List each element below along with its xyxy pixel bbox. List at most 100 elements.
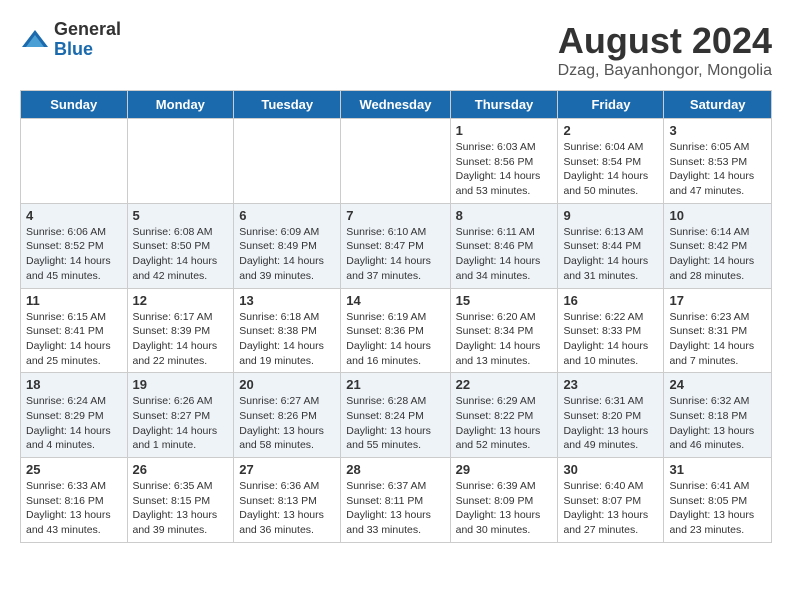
- week-row-5: 25 Sunrise: 6:33 AMSunset: 8:16 PMDayligh…: [21, 458, 772, 543]
- cell-info: Sunrise: 6:10 AMSunset: 8:47 PMDaylight:…: [346, 225, 444, 284]
- cell-info: Sunrise: 6:23 AMSunset: 8:31 PMDaylight:…: [669, 310, 766, 369]
- cell-date: 21: [346, 377, 444, 392]
- cell-3-0: 18Sunrise: 6:24 AMSunset: 8:29 PMDayligh…: [21, 373, 128, 458]
- cell-info: Sunrise: 6:09 AMSunset: 8:49 PMDaylight:…: [239, 225, 335, 284]
- cell-date: 31: [669, 462, 766, 477]
- week-row-3: 11 Sunrise: 6:15 AMSunset: 8:41 PMDayligh…: [21, 288, 772, 373]
- cell-0-6: 3 Sunrise: 6:05 AMSunset: 8:53 PMDaylight…: [664, 119, 772, 204]
- cell-date: 16: [563, 293, 658, 308]
- cell-date: 30: [563, 462, 658, 477]
- cell-date: 5: [133, 208, 229, 223]
- cell-info: Sunrise: 6:41 AMSunset: 8:05 PMDaylight:…: [669, 479, 766, 538]
- cell-info: Sunrise: 6:33 AMSunset: 8:16 PMDaylight:…: [26, 479, 122, 538]
- cell-info: Sunrise: 6:39 AMSunset: 8:09 PMDaylight:…: [456, 479, 553, 538]
- cell-date: 14: [346, 293, 444, 308]
- cell-4-4: 29 Sunrise: 6:39 AMSunset: 8:09 PMDayligh…: [450, 458, 558, 543]
- month-title: August 2024: [558, 20, 772, 62]
- cell-info: Sunrise: 6:08 AMSunset: 8:50 PMDaylight:…: [133, 225, 229, 284]
- cell-0-0: [21, 119, 128, 204]
- cell-info: Sunrise: 6:13 AMSunset: 8:44 PMDaylight:…: [563, 225, 658, 284]
- cell-date: 8: [456, 208, 553, 223]
- col-wednesday: Wednesday: [341, 91, 450, 119]
- cell-2-0: 11 Sunrise: 6:15 AMSunset: 8:41 PMDayligh…: [21, 288, 128, 373]
- title-block: August 2024 Dzag, Bayanhongor, Mongolia: [558, 20, 772, 80]
- week-row-2: 4Sunrise: 6:06 AMSunset: 8:52 PMDaylight…: [21, 203, 772, 288]
- cell-4-0: 25 Sunrise: 6:33 AMSunset: 8:16 PMDayligh…: [21, 458, 128, 543]
- cell-date: 29: [456, 462, 553, 477]
- cell-date: 12: [133, 293, 229, 308]
- week-row-1: 1Sunrise: 6:03 AMSunset: 8:56 PMDaylight…: [21, 119, 772, 204]
- cell-info: Sunrise: 6:26 AMSunset: 8:27 PMDaylight:…: [133, 394, 229, 453]
- cell-2-2: 13 Sunrise: 6:18 AMSunset: 8:38 PMDayligh…: [234, 288, 341, 373]
- cell-info: Sunrise: 6:17 AMSunset: 8:39 PMDaylight:…: [133, 310, 229, 369]
- cell-date: 24: [669, 377, 766, 392]
- cell-info: Sunrise: 6:36 AMSunset: 8:13 PMDaylight:…: [239, 479, 335, 538]
- cell-1-6: 10Sunrise: 6:14 AMSunset: 8:42 PMDayligh…: [664, 203, 772, 288]
- cell-date: 23: [563, 377, 658, 392]
- cell-3-6: 24 Sunrise: 6:32 AMSunset: 8:18 PMDayligh…: [664, 373, 772, 458]
- cell-info: Sunrise: 6:18 AMSunset: 8:38 PMDaylight:…: [239, 310, 335, 369]
- cell-info: Sunrise: 6:29 AMSunset: 8:22 PMDaylight:…: [456, 394, 553, 453]
- cell-info: Sunrise: 6:19 AMSunset: 8:36 PMDaylight:…: [346, 310, 444, 369]
- col-saturday: Saturday: [664, 91, 772, 119]
- cell-info: Sunrise: 6:27 AMSunset: 8:26 PMDaylight:…: [239, 394, 335, 453]
- cell-date: 25: [26, 462, 122, 477]
- cell-date: 2: [563, 123, 658, 138]
- cell-info: Sunrise: 6:32 AMSunset: 8:18 PMDaylight:…: [669, 394, 766, 453]
- cell-1-3: 7 Sunrise: 6:10 AMSunset: 8:47 PMDaylight…: [341, 203, 450, 288]
- cell-date: 3: [669, 123, 766, 138]
- cell-info: Sunrise: 6:28 AMSunset: 8:24 PMDaylight:…: [346, 394, 444, 453]
- cell-3-5: 23 Sunrise: 6:31 AMSunset: 8:20 PMDayligh…: [558, 373, 664, 458]
- cell-date: 15: [456, 293, 553, 308]
- cell-0-2: [234, 119, 341, 204]
- cell-date: 20: [239, 377, 335, 392]
- cell-info: Sunrise: 6:11 AMSunset: 8:46 PMDaylight:…: [456, 225, 553, 284]
- cell-3-4: 22 Sunrise: 6:29 AMSunset: 8:22 PMDayligh…: [450, 373, 558, 458]
- cell-3-1: 19 Sunrise: 6:26 AMSunset: 8:27 PMDayligh…: [127, 373, 234, 458]
- cell-date: 26: [133, 462, 229, 477]
- cell-3-2: 20 Sunrise: 6:27 AMSunset: 8:26 PMDayligh…: [234, 373, 341, 458]
- cell-1-5: 9 Sunrise: 6:13 AMSunset: 8:44 PMDaylight…: [558, 203, 664, 288]
- cell-2-6: 17Sunrise: 6:23 AMSunset: 8:31 PMDayligh…: [664, 288, 772, 373]
- cell-4-5: 30 Sunrise: 6:40 AMSunset: 8:07 PMDayligh…: [558, 458, 664, 543]
- cell-date: 9: [563, 208, 658, 223]
- location: Dzag, Bayanhongor, Mongolia: [558, 62, 772, 80]
- cell-info: Sunrise: 6:05 AMSunset: 8:53 PMDaylight:…: [669, 140, 766, 199]
- cell-date: 7: [346, 208, 444, 223]
- cell-info: Sunrise: 6:31 AMSunset: 8:20 PMDaylight:…: [563, 394, 658, 453]
- cell-info: Sunrise: 6:37 AMSunset: 8:11 PMDaylight:…: [346, 479, 444, 538]
- cell-4-1: 26 Sunrise: 6:35 AMSunset: 8:15 PMDayligh…: [127, 458, 234, 543]
- logo-icon: [20, 25, 50, 55]
- cell-4-6: 31 Sunrise: 6:41 AMSunset: 8:05 PMDayligh…: [664, 458, 772, 543]
- cell-date: 10: [669, 208, 766, 223]
- cell-2-1: 12 Sunrise: 6:17 AMSunset: 8:39 PMDayligh…: [127, 288, 234, 373]
- col-tuesday: Tuesday: [234, 91, 341, 119]
- cell-info: Sunrise: 6:06 AMSunset: 8:52 PMDaylight:…: [26, 225, 122, 284]
- cell-1-2: 6 Sunrise: 6:09 AMSunset: 8:49 PMDaylight…: [234, 203, 341, 288]
- cell-info: Sunrise: 6:15 AMSunset: 8:41 PMDaylight:…: [26, 310, 122, 369]
- cell-info: Sunrise: 6:24 AMSunset: 8:29 PMDaylight:…: [26, 394, 122, 453]
- cell-date: 1: [456, 123, 553, 138]
- cell-info: Sunrise: 6:40 AMSunset: 8:07 PMDaylight:…: [563, 479, 658, 538]
- cell-2-3: 14 Sunrise: 6:19 AMSunset: 8:36 PMDayligh…: [341, 288, 450, 373]
- header-row: Sunday Monday Tuesday Wednesday Thursday…: [21, 91, 772, 119]
- cell-info: Sunrise: 6:35 AMSunset: 8:15 PMDaylight:…: [133, 479, 229, 538]
- cell-0-1: [127, 119, 234, 204]
- cell-date: 13: [239, 293, 335, 308]
- cell-date: 11: [26, 293, 122, 308]
- cell-1-4: 8 Sunrise: 6:11 AMSunset: 8:46 PMDaylight…: [450, 203, 558, 288]
- cell-0-3: [341, 119, 450, 204]
- col-thursday: Thursday: [450, 91, 558, 119]
- cell-1-0: 4Sunrise: 6:06 AMSunset: 8:52 PMDaylight…: [21, 203, 128, 288]
- week-row-4: 18Sunrise: 6:24 AMSunset: 8:29 PMDayligh…: [21, 373, 772, 458]
- calendar-table: Sunday Monday Tuesday Wednesday Thursday…: [20, 90, 772, 543]
- cell-date: 6: [239, 208, 335, 223]
- cell-0-5: 2Sunrise: 6:04 AMSunset: 8:54 PMDaylight…: [558, 119, 664, 204]
- cell-date: 22: [456, 377, 553, 392]
- cell-info: Sunrise: 6:22 AMSunset: 8:33 PMDaylight:…: [563, 310, 658, 369]
- cell-info: Sunrise: 6:20 AMSunset: 8:34 PMDaylight:…: [456, 310, 553, 369]
- col-monday: Monday: [127, 91, 234, 119]
- col-friday: Friday: [558, 91, 664, 119]
- cell-date: 19: [133, 377, 229, 392]
- cell-2-4: 15 Sunrise: 6:20 AMSunset: 8:34 PMDayligh…: [450, 288, 558, 373]
